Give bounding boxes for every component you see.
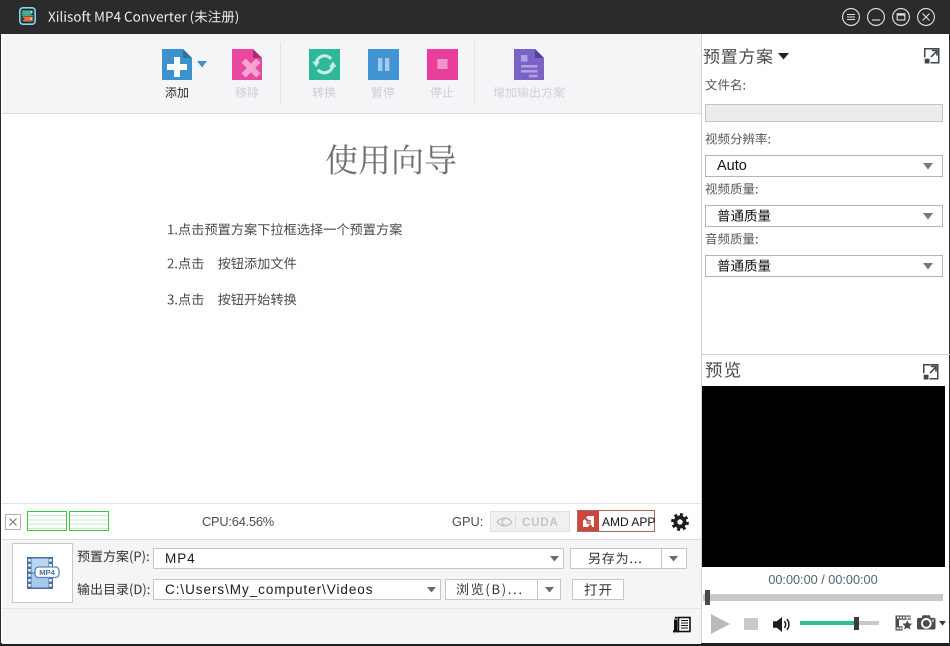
svg-text:MP4: MP4 [39,568,55,577]
